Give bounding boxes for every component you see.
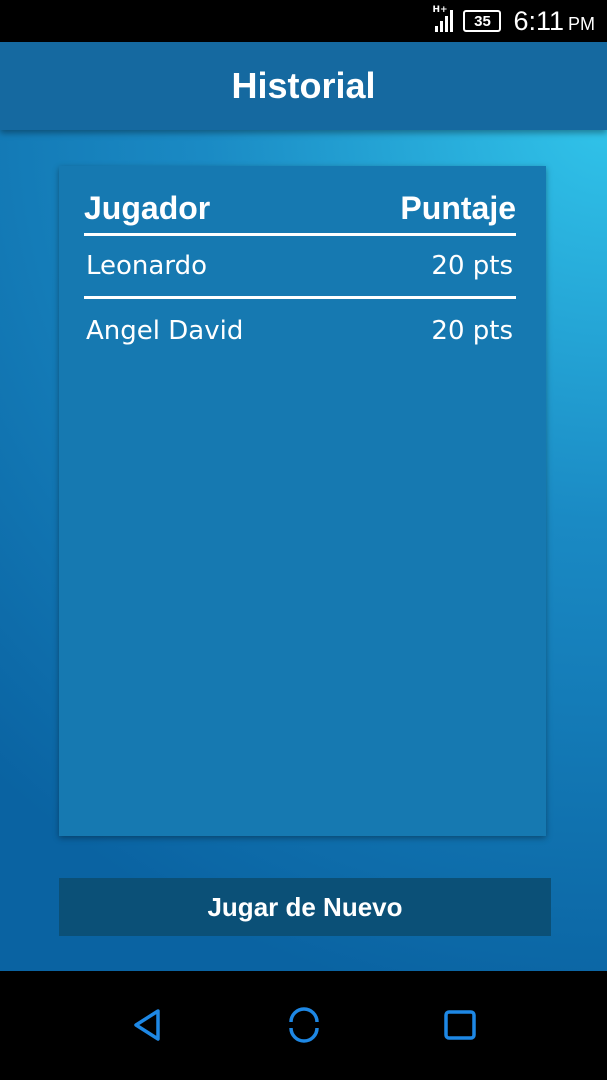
history-card: Jugador Puntaje Leonardo 20 pts Angel Da…: [59, 166, 546, 836]
home-icon[interactable]: [286, 1007, 322, 1043]
player-name: Angel David: [86, 315, 244, 346]
recent-apps-icon[interactable]: [442, 1007, 478, 1043]
column-header-player: Jugador: [84, 190, 211, 226]
signal-icon: H+: [432, 6, 454, 32]
player-name: Leonardo: [86, 251, 207, 281]
battery-icon: 35: [463, 10, 502, 32]
clock-ampm: PM: [568, 13, 595, 34]
table-header: Jugador Puntaje: [84, 184, 516, 236]
status-bar: H+ 35 6:11 PM: [0, 0, 607, 42]
player-score: 20 pts: [431, 251, 513, 281]
page-title: Historial: [231, 65, 376, 106]
clock-time: 6:11: [513, 5, 564, 36]
table-row: Leonardo 20 pts: [84, 236, 516, 299]
table-row: Angel David 20 pts: [84, 299, 516, 362]
player-score: 20 pts: [431, 315, 513, 346]
network-type-label: H+: [432, 5, 448, 15]
column-header-score: Puntaje: [400, 190, 516, 226]
back-icon[interactable]: [130, 1007, 166, 1043]
app-content: Historial Jugador Puntaje Leonardo 20 pt…: [0, 42, 607, 971]
app-header: Historial: [0, 42, 607, 130]
battery-level: 35: [474, 12, 491, 30]
play-again-button[interactable]: Jugar de Nuevo: [59, 878, 551, 936]
navigation-bar: [0, 971, 607, 1080]
status-clock: 6:11 PM: [513, 6, 595, 37]
